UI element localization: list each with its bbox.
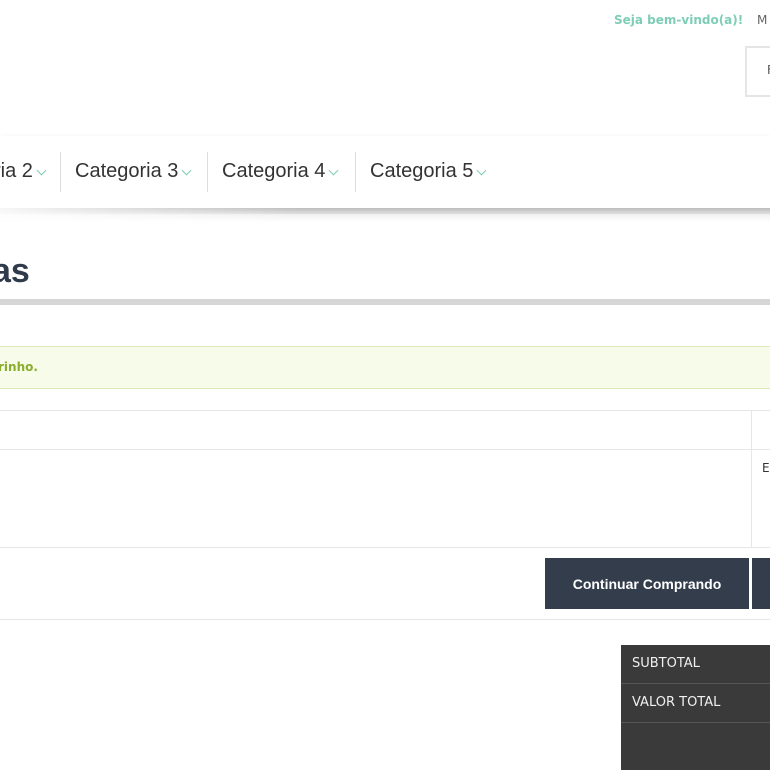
chevron-down-icon <box>181 165 192 175</box>
nav-item-categoria-3[interactable]: Categoria 3 <box>75 152 192 190</box>
nav-divider <box>207 152 208 192</box>
chevron-down-icon <box>476 165 487 175</box>
welcome-message: Seja bem-vindo(a)! <box>614 13 744 27</box>
total-row: VALOR TOTAL <box>621 684 770 723</box>
nav-item-categoria-4[interactable]: Categoria 4 <box>222 152 339 190</box>
actions-bottom-border <box>0 619 770 620</box>
checkout-button[interactable] <box>752 558 770 609</box>
chevron-down-icon <box>36 165 47 175</box>
cart-success-notice: rinho. <box>0 346 770 389</box>
nav-item-label: ria 2 <box>0 159 33 182</box>
chevron-down-icon <box>328 165 339 175</box>
nav-shadow-divider <box>0 208 770 222</box>
continue-shopping-button[interactable]: Continuar Comprando <box>545 558 749 609</box>
nav-item-label: Categoria 3 <box>75 159 179 182</box>
account-link[interactable]: M <box>757 13 767 27</box>
subtotal-label: SUBTOTAL <box>632 656 700 671</box>
nav-item-categoria-5[interactable]: Categoria 5 <box>370 152 487 190</box>
subtotal-row: SUBTOTAL <box>621 645 770 684</box>
title-divider <box>0 299 770 305</box>
notice-text: rinho. <box>0 360 38 374</box>
nav-item-label: Categoria 5 <box>370 159 474 182</box>
table-header-bottom-border <box>0 449 770 450</box>
page-title: as <box>0 252 30 290</box>
cart-totals: SUBTOTAL VALOR TOTAL <box>621 645 770 770</box>
table-cell: E <box>762 461 770 475</box>
table-row-bottom-border <box>0 547 770 548</box>
category-nav: ria 2 Categoria 3 Categoria 4 Categoria … <box>0 136 770 208</box>
nav-item-label: Categoria 4 <box>222 159 326 182</box>
nav-item-categoria-2[interactable]: ria 2 <box>0 152 47 190</box>
nav-divider <box>355 152 356 192</box>
total-label: VALOR TOTAL <box>632 695 721 710</box>
table-header-top-border <box>0 410 770 411</box>
search-input[interactable]: F <box>745 46 770 97</box>
table-column-divider <box>751 410 752 547</box>
nav-divider <box>60 152 61 192</box>
